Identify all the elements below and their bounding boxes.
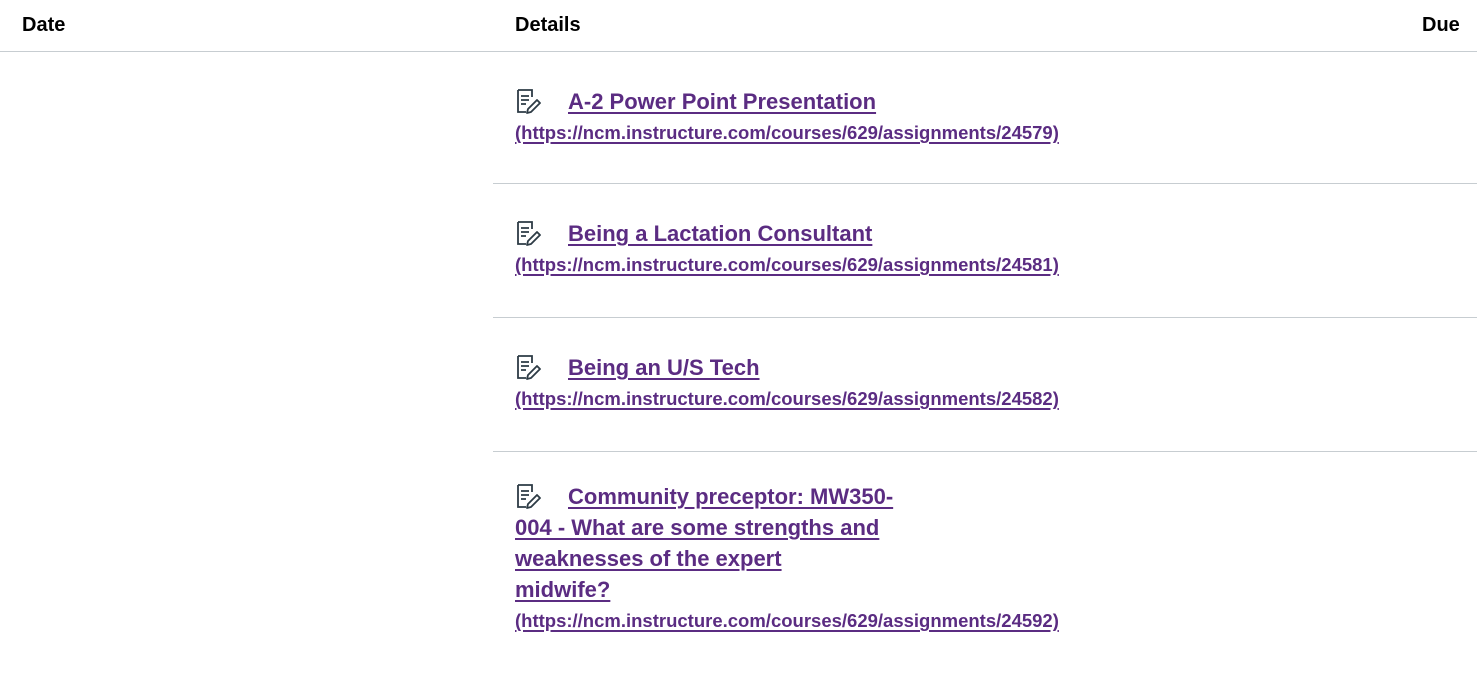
assignment-link[interactable]: Being an U/S Tech xyxy=(515,352,975,383)
assignment-link[interactable]: A-2 Power Point Presentation xyxy=(515,86,975,117)
assignment-icon xyxy=(515,483,541,509)
column-header-date: Date xyxy=(22,14,66,36)
assignment-details: Community preceptor: MW350- 004 - What a… xyxy=(515,481,1059,634)
table-row: Community preceptor: MW350- 004 - What a… xyxy=(493,452,1477,685)
assignment-icon xyxy=(515,88,541,114)
table-row: A-2 Power Point Presentation (https://nc… xyxy=(493,52,1477,184)
table-header-row: Date Details Due xyxy=(0,0,1477,52)
assignment-details: Being a Lactation Consultant (https://nc… xyxy=(515,218,1059,278)
assignment-icon xyxy=(515,354,541,380)
assignment-link-line-1[interactable]: Community preceptor: MW350- xyxy=(515,481,975,512)
column-header-due: Due xyxy=(1422,14,1460,36)
assignment-url-link[interactable]: (https://ncm.instructure.com/courses/629… xyxy=(515,386,1059,412)
assignment-url-link[interactable]: (https://ncm.instructure.com/courses/629… xyxy=(515,252,1059,278)
assignment-link-line-4[interactable]: midwife? xyxy=(515,574,975,605)
assignment-details: A-2 Power Point Presentation (https://nc… xyxy=(515,86,1059,146)
assignment-url-link[interactable]: (https://ncm.instructure.com/courses/629… xyxy=(515,120,1059,146)
syllabus-table: Date Details Due A-2 Power Point Present… xyxy=(0,0,1477,631)
assignment-icon xyxy=(515,220,541,246)
table-row: Being an U/S Tech (https://ncm.instructu… xyxy=(493,318,1477,452)
column-header-details: Details xyxy=(515,14,581,36)
assignment-url-link[interactable]: (https://ncm.instructure.com/courses/629… xyxy=(515,608,1059,634)
assignment-details: Being an U/S Tech (https://ncm.instructu… xyxy=(515,352,1059,412)
assignment-link-line-3[interactable]: weaknesses of the expert xyxy=(515,543,975,574)
assignment-link-line-2[interactable]: 004 - What are some strengths and xyxy=(515,512,975,543)
assignment-link[interactable]: Being a Lactation Consultant xyxy=(515,218,975,249)
table-row: Being a Lactation Consultant (https://nc… xyxy=(493,184,1477,318)
